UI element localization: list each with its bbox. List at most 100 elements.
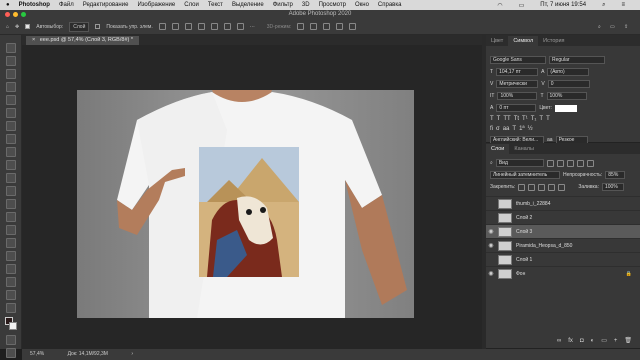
fractions-icon[interactable]: ½ bbox=[528, 126, 533, 132]
move-tool-icon[interactable]: ✥ bbox=[15, 24, 19, 30]
link-layers-icon[interactable]: ∞ bbox=[557, 338, 561, 344]
zoom-window-button[interactable] bbox=[21, 12, 26, 17]
layer-style-icon[interactable]: fx bbox=[568, 338, 573, 344]
lock-position-icon[interactable] bbox=[538, 183, 546, 191]
ordinals-icon[interactable]: 1ª bbox=[519, 126, 525, 132]
scale-3d-icon[interactable] bbox=[349, 23, 357, 30]
eyedropper-tool[interactable] bbox=[5, 121, 16, 131]
history-brush-tool[interactable] bbox=[5, 173, 16, 183]
faux-bold-icon[interactable]: T bbox=[490, 116, 494, 122]
leading-field[interactable]: (Авто) bbox=[547, 68, 590, 76]
healing-brush-tool[interactable] bbox=[5, 134, 16, 144]
font-style-select[interactable]: Regular bbox=[549, 56, 605, 64]
layer-row[interactable]: ◉ Слой 3 bbox=[486, 224, 640, 238]
new-group-icon[interactable]: ▭ bbox=[601, 337, 607, 344]
tab-character[interactable]: Символ bbox=[508, 36, 539, 46]
fill-field[interactable]: 100% bbox=[601, 183, 624, 191]
quick-select-tool[interactable] bbox=[5, 82, 16, 92]
roll-3d-icon[interactable] bbox=[310, 23, 318, 30]
lock-icon[interactable]: 🔒 bbox=[626, 271, 632, 277]
share-icon[interactable]: ⇪ bbox=[624, 24, 628, 30]
text-color-swatch[interactable] bbox=[554, 104, 577, 112]
menu-layers[interactable]: Слои bbox=[184, 2, 199, 8]
layer-filter-select[interactable]: Вид bbox=[495, 159, 544, 167]
font-family-select[interactable]: Google Sans bbox=[490, 56, 546, 64]
superscript-icon[interactable]: T¹ bbox=[522, 116, 528, 122]
all-caps-icon[interactable]: TT bbox=[503, 116, 510, 122]
document-tab[interactable]: × eee.psd @ 57,4% (Слой 3, RGB/8#) * bbox=[26, 36, 139, 45]
quick-mask-tool[interactable] bbox=[5, 335, 16, 345]
home-icon[interactable]: ⌂ bbox=[6, 24, 9, 30]
rectangle-tool[interactable] bbox=[5, 277, 16, 287]
tab-channels[interactable]: Каналы bbox=[509, 144, 539, 154]
menu-window[interactable]: Окно bbox=[355, 2, 369, 8]
menu-file[interactable]: Файл bbox=[59, 2, 74, 8]
menu-type[interactable]: Текст bbox=[208, 2, 223, 8]
clone-stamp-tool[interactable] bbox=[5, 160, 16, 170]
adjustment-layer-icon[interactable]: ◐ bbox=[591, 338, 595, 344]
hand-tool[interactable] bbox=[5, 290, 16, 300]
tracking-field[interactable]: 0 bbox=[547, 80, 590, 88]
filter-adjustment-icon[interactable] bbox=[556, 159, 564, 167]
align-left-icon[interactable] bbox=[158, 23, 166, 30]
apple-icon[interactable]: ● bbox=[6, 2, 10, 8]
visibility-eye-icon[interactable]: ◉ bbox=[486, 270, 496, 277]
contextual-alternates-icon[interactable]: σ bbox=[496, 126, 500, 132]
delete-layer-icon[interactable]: 🗑 bbox=[624, 337, 632, 344]
underline-icon[interactable]: T bbox=[539, 116, 543, 122]
autoselect-dropdown[interactable]: Слой bbox=[69, 21, 90, 32]
menu-image[interactable]: Изображение bbox=[137, 2, 175, 8]
zoom-level[interactable]: 57,4% bbox=[30, 351, 44, 357]
show-transform-checkbox[interactable] bbox=[95, 24, 101, 29]
move-tool[interactable] bbox=[5, 43, 16, 53]
tab-layers[interactable]: Слои bbox=[486, 144, 510, 154]
ligatures-icon[interactable]: fi bbox=[490, 126, 493, 132]
filter-pixel-icon[interactable] bbox=[546, 159, 554, 167]
lock-transparent-icon[interactable] bbox=[518, 183, 526, 191]
close-window-button[interactable] bbox=[5, 12, 10, 17]
filter-smart-icon[interactable] bbox=[586, 159, 594, 167]
layer-row[interactable]: Слой 2 bbox=[486, 210, 640, 224]
battery-icon[interactable]: ▭ bbox=[519, 2, 525, 9]
add-mask-icon[interactable]: ◘ bbox=[580, 338, 584, 344]
opacity-field[interactable]: 85% bbox=[605, 171, 626, 179]
pan-3d-icon[interactable] bbox=[323, 23, 331, 30]
menu-view[interactable]: Просмотр bbox=[319, 2, 346, 8]
minimize-window-button[interactable] bbox=[13, 12, 18, 17]
document-canvas[interactable] bbox=[77, 90, 414, 318]
menu-edit[interactable]: Редактирование bbox=[83, 2, 129, 8]
layer-row[interactable]: ◉ Piramida_Heopsa_d_850 bbox=[486, 238, 640, 252]
orbit-3d-icon[interactable] bbox=[297, 23, 305, 30]
small-caps-icon[interactable]: Tt bbox=[514, 116, 519, 122]
kerning-field[interactable]: Метрически bbox=[496, 80, 539, 88]
faux-italic-icon[interactable]: T bbox=[497, 116, 501, 122]
marquee-tool[interactable] bbox=[5, 56, 16, 66]
lock-all-icon[interactable] bbox=[558, 183, 566, 191]
strikethrough-icon[interactable]: T bbox=[546, 116, 550, 122]
crop-tool[interactable] bbox=[5, 95, 16, 105]
menu-list-icon[interactable]: ≡ bbox=[621, 2, 625, 8]
filter-shape-icon[interactable] bbox=[576, 159, 584, 167]
slide-3d-icon[interactable] bbox=[336, 23, 344, 30]
layer-name[interactable]: thumb_i_22884 bbox=[516, 201, 550, 207]
zoom-tool[interactable] bbox=[5, 303, 16, 313]
tab-history[interactable]: История bbox=[538, 36, 569, 46]
brush-tool[interactable] bbox=[5, 147, 16, 157]
tab-color[interactable]: Цвет bbox=[486, 36, 508, 46]
search-icon[interactable]: ⌕ bbox=[602, 2, 605, 9]
layer-name[interactable]: Слой 3 bbox=[516, 229, 532, 235]
path-select-tool[interactable] bbox=[5, 264, 16, 274]
type-tool[interactable] bbox=[5, 251, 16, 261]
menu-select[interactable]: Выделение bbox=[232, 2, 264, 8]
autoselect-checkbox[interactable] bbox=[25, 24, 31, 29]
layer-row[interactable]: Слой 1 bbox=[486, 252, 640, 266]
align-top-icon[interactable] bbox=[197, 23, 205, 30]
dodge-tool[interactable] bbox=[5, 225, 16, 235]
menu-3d[interactable]: 3D bbox=[302, 2, 310, 8]
document-info[interactable]: Док: 14,1M/92,3M bbox=[68, 351, 108, 357]
new-layer-icon[interactable]: + bbox=[614, 338, 618, 344]
status-arrow-icon[interactable]: › bbox=[131, 351, 133, 357]
wifi-icon[interactable]: ◠ bbox=[497, 2, 502, 9]
layer-row[interactable]: ◉ Фон 🔒 bbox=[486, 266, 640, 280]
clock[interactable]: Пт, 7 июня 19:54 bbox=[540, 2, 586, 8]
